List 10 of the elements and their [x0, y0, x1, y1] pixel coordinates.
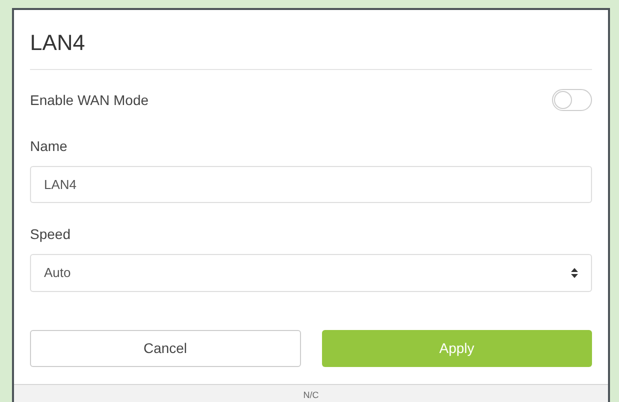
toggle-switch[interactable] — [552, 89, 592, 111]
field-label: Speed — [30, 225, 72, 244]
field-label: Enable WAN Mode — [30, 90, 149, 110]
cancel-button[interactable]: Cancel — [30, 330, 300, 367]
sort-caret-icon — [571, 268, 578, 278]
dialog-title: LAN4 — [30, 29, 86, 57]
field-label: Name — [30, 137, 68, 156]
name-field[interactable]: LAN4 — [30, 166, 592, 203]
speed-select[interactable]: Auto — [30, 254, 592, 292]
status-text: N/C — [303, 389, 319, 402]
